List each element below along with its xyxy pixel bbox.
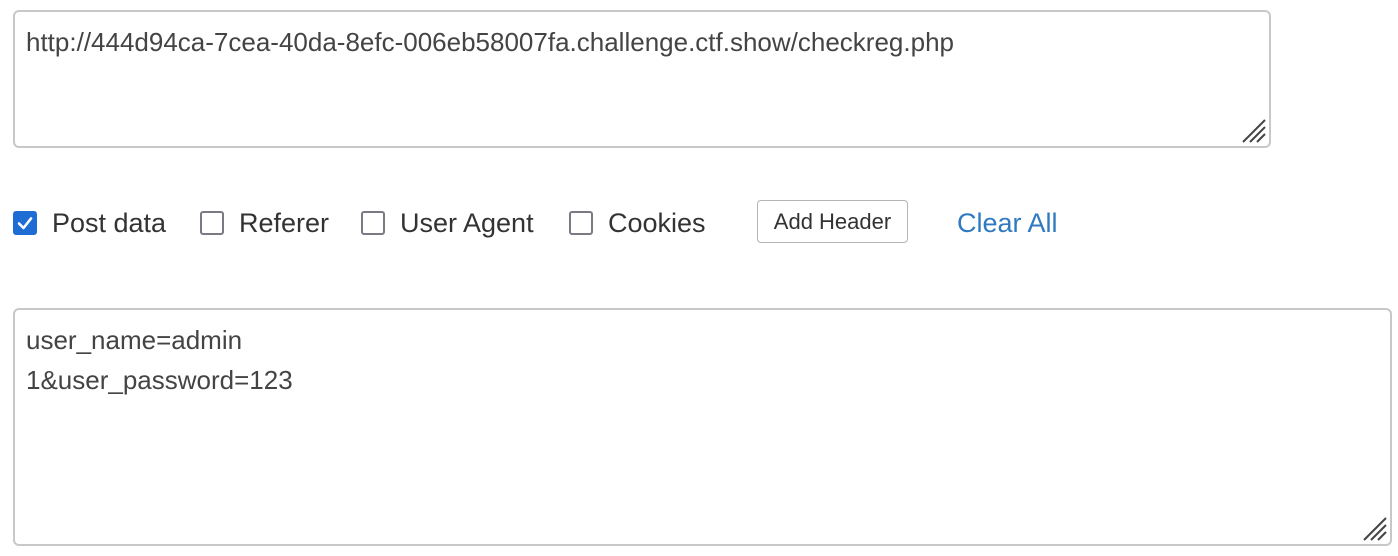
post-data-checkbox[interactable] [13,211,37,235]
post-data-line: 1&user_password=123 [26,365,293,395]
referer-option[interactable]: Referer [200,200,329,246]
referer-checkbox[interactable] [200,211,224,235]
clear-all-link[interactable]: Clear All [957,200,1058,246]
cookies-label: Cookies [608,207,706,238]
post-data-option[interactable]: Post data [13,200,166,246]
post-data-textarea[interactable]: user_name=admin 1&user_password=123 [13,308,1392,546]
user-agent-option[interactable]: User Agent [361,200,534,246]
user-agent-checkbox[interactable] [361,211,385,235]
check-icon [17,217,33,230]
referer-label: Referer [239,207,330,238]
resize-grip-icon[interactable] [1358,512,1388,542]
cookies-option[interactable]: Cookies [569,200,706,246]
url-text: http://444d94ca-7cea-40da-8efc-006eb5800… [26,27,954,57]
cookies-checkbox[interactable] [569,211,593,235]
user-agent-label: User Agent [400,207,534,238]
post-data-line: user_name=admin [26,325,243,355]
options-row: Post data Referer User Agent Cookies Add… [13,200,1213,246]
resize-grip-icon[interactable] [1237,114,1267,144]
url-textarea[interactable]: http://444d94ca-7cea-40da-8efc-006eb5800… [13,10,1271,148]
add-header-button[interactable]: Add Header [757,200,908,243]
post-data-label: Post data [52,207,167,238]
